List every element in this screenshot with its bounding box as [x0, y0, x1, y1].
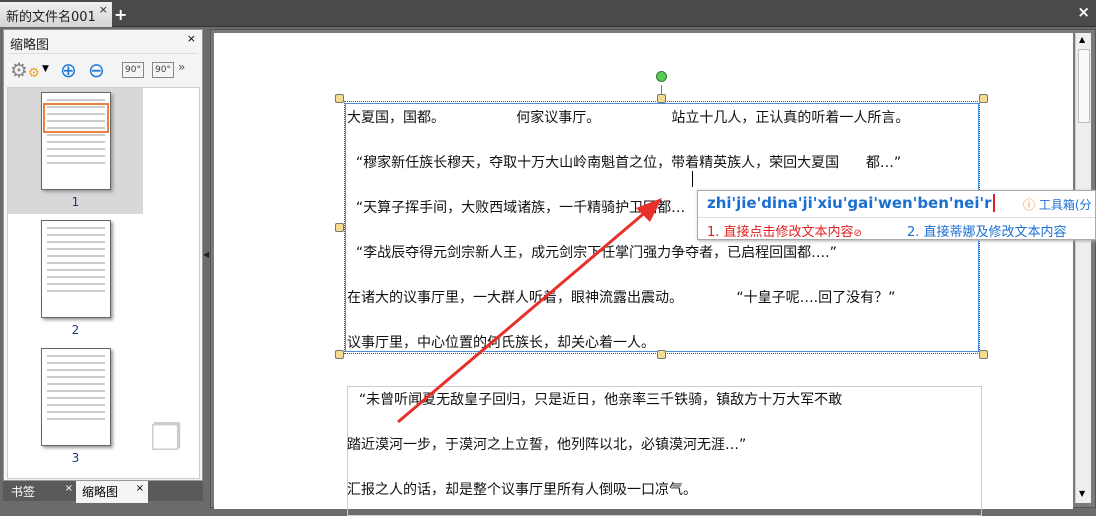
- annotation-arrow: [397, 198, 662, 424]
- info-icon: ⓘ: [1023, 198, 1039, 212]
- ime-candidate-1[interactable]: 1. 直接点击修改文本内容⊘: [707, 221, 862, 240]
- ime-toolbox[interactable]: ⓘ 工具箱(分: [1023, 196, 1092, 213]
- divider: [698, 217, 1095, 218]
- ime-candidate-2[interactable]: 2. 直接蒂娜及修改文本内容: [907, 221, 1067, 240]
- ime-candidate-window: zhi'jie'dina'ji'xiu'gai'wen'ben'nei'r ⓘ …: [697, 190, 1096, 240]
- ime-composition: zhi'jie'dina'ji'xiu'gai'wen'ben'nei'r: [707, 194, 995, 212]
